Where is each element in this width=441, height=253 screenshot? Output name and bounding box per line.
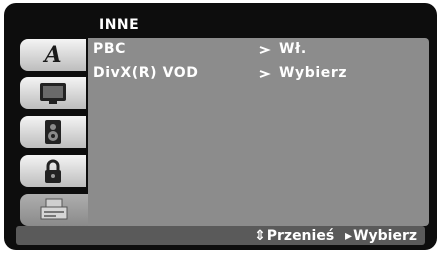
speaker-icon xyxy=(45,120,61,144)
tab-audio[interactable] xyxy=(20,116,86,148)
help-bar: ⇕Przenieś ▸Wybierz xyxy=(16,226,425,245)
arrow-right-icon xyxy=(259,70,271,78)
tab-lock[interactable] xyxy=(20,155,86,187)
select-hint-label: Wybierz xyxy=(353,228,417,244)
option-value: Wybierz xyxy=(279,65,348,81)
tab-display[interactable] xyxy=(20,77,86,109)
option-label: PBC xyxy=(93,41,127,57)
disc-tray-others-icon xyxy=(40,198,68,220)
tab-others[interactable] xyxy=(20,194,88,226)
move-hint-label: Przenieś xyxy=(266,228,335,244)
tv-screen-icon xyxy=(40,83,66,104)
letter-a-icon: A xyxy=(44,42,62,68)
select-arrow-icon: ▸ xyxy=(345,228,353,244)
option-value: Wł. xyxy=(279,41,307,57)
padlock-icon xyxy=(45,159,61,183)
setup-menu-screen: INNE A xyxy=(4,3,437,250)
up-down-icon: ⇕ xyxy=(254,228,266,244)
tab-language[interactable]: A xyxy=(20,39,86,71)
category-sidebar: A xyxy=(20,38,88,226)
arrow-right-icon xyxy=(259,46,271,54)
option-label: DivX(R) VOD xyxy=(93,65,199,81)
menu-title: INNE xyxy=(99,17,140,33)
help-hints: ⇕Przenieś ▸Wybierz xyxy=(253,228,417,244)
